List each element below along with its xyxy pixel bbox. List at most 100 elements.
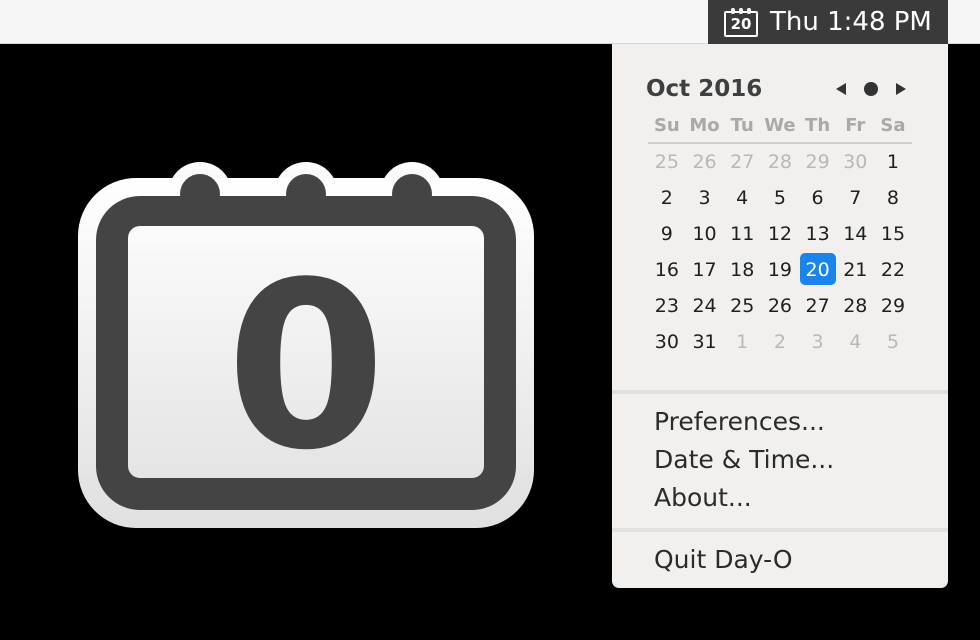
calendar-day[interactable]: 25 [723,288,761,324]
calendar-day-number: 12 [767,223,792,245]
calendar-day-number: 24 [692,295,717,317]
menu-separator [612,390,948,394]
calendar-day[interactable]: 30 [648,324,686,360]
calendar-day[interactable]: 28 [836,288,874,324]
weekday-label: We [764,115,796,136]
calendar-day-number: 17 [692,259,717,281]
calendar-day[interactable]: 5 [874,324,912,360]
calendar-day[interactable]: 4 [836,324,874,360]
day-o-app-icon: 0 [78,156,534,528]
calendar-day-number: 22 [880,259,906,281]
calendar-day-number: 9 [660,223,673,245]
calendar-day-number: 23 [654,295,679,317]
quit-menu-item[interactable]: Quit Day-O [654,542,934,578]
weekday-label: Mo [689,115,720,136]
menu-bar: 20 Thu 1:48 PM [0,0,980,44]
calendar-day[interactable]: 29 [874,288,912,324]
calendar-day-number: 2 [660,187,673,209]
calendar-day[interactable]: 26 [686,144,724,180]
calendar-day[interactable]: 13 [799,216,837,252]
calendar-day-number: 1 [886,151,900,173]
calendar-week-row: 9 10 11 12 13 14 15 [648,216,912,252]
calendar-nav [836,72,912,106]
calendar-day[interactable]: 2 [648,180,686,216]
calendar-week-row: 2 3 4 5 6 7 8 [648,180,912,216]
calendar-day[interactable]: 16 [648,252,686,288]
calendar-day[interactable]: 6 [799,180,837,216]
calendar-day[interactable]: 1 [874,144,912,180]
calendar-day[interactable]: 8 [874,180,912,216]
calendar-day-number: 3 [698,187,711,209]
calendar-popover: Oct 2016 Su Mo Tu We Th Fr Sa 25 26 27 28 29… [612,44,948,588]
calendar-day[interactable]: 17 [686,252,724,288]
date-time-menu-item[interactable]: Date & Time... [654,442,934,478]
weekday-label: Th [805,115,831,136]
calendar-day[interactable]: 19 [761,252,799,288]
calendar-day-number: 26 [692,151,717,173]
calendar-day[interactable]: 5 [761,180,799,216]
calendar-day-number: 7 [849,187,862,209]
calendar-day[interactable]: 25 [648,144,686,180]
calendar-day-number: 16 [654,259,679,281]
weekday-label: Su [653,115,680,136]
calendar-week-row: 25 26 27 28 29 30 1 [648,144,912,180]
triangle-left-icon[interactable] [836,83,846,95]
calendar-day[interactable]: 23 [648,288,686,324]
calendar-day-number: 27 [805,295,830,317]
calendar-day-number: 20 [805,259,830,281]
weekday-header: Su Mo Tu We Th Fr Sa [648,110,912,142]
calendar-day[interactable]: 15 [874,216,912,252]
triangle-right-icon[interactable] [896,83,906,95]
dot-icon[interactable] [864,82,878,96]
calendar-day[interactable]: 29 [799,144,837,180]
calendar-day-number: 4 [849,331,862,353]
day-o-menubar-item[interactable]: 20 Thu 1:48 PM [708,0,948,44]
calendar-day-number: 18 [730,259,755,281]
calendar-day[interactable]: 30 [836,144,874,180]
calendar-day-number: 19 [767,259,792,281]
menubar-clock: Thu 1:48 PM [770,7,932,37]
calendar-day-number: 14 [843,223,868,245]
about-menu-item[interactable]: About... [654,480,934,516]
calendar-day-number: 29 [880,295,906,317]
calendar-day[interactable]: 7 [836,180,874,216]
calendar-day-number: 5 [886,331,900,353]
weekday-label: Fr [845,115,866,136]
calendar-day[interactable]: 2 [761,324,799,360]
calendar-day[interactable]: 3 [686,180,724,216]
calendar-day-number: 30 [654,331,679,353]
preferences-menu-item[interactable]: Preferences... [654,404,934,440]
calendar-day[interactable]: 22 [874,252,912,288]
calendar-day[interactable]: 14 [836,216,874,252]
app-icon-glyph: 0 [226,234,386,501]
menu-separator [612,528,948,532]
calendar-day[interactable]: 4 [723,180,761,216]
days-grid: 25 26 27 28 29 30 1 2 3 4 5 6 7 8 9 10 11 12 13 14 15 16 17 18 1… [648,144,912,360]
calendar-day[interactable]: 10 [686,216,724,252]
calendar-day[interactable]: 1 [723,324,761,360]
calendar-day-number: 5 [773,187,786,209]
calendar-day-number: 31 [692,331,717,353]
calendar-day[interactable]: 26 [761,288,799,324]
month-title: Oct 2016 [646,76,763,102]
calendar-day-number: 28 [767,151,792,173]
calendar-day[interactable]: 28 [761,144,799,180]
calendar-day[interactable]: 27 [723,144,761,180]
calendar-day[interactable]: 3 [799,324,837,360]
calendar-day[interactable]: 12 [761,216,799,252]
calendar-day[interactable]: 11 [723,216,761,252]
calendar-day[interactable]: 24 [686,288,724,324]
calendar-week-row: 16 17 18 19 20 21 22 [648,252,912,288]
calendar-day[interactable]: 31 [686,324,724,360]
weekday-label: Sa [880,115,906,136]
calendar-day-number: 26 [767,295,792,317]
calendar-day[interactable]: 9 [648,216,686,252]
calendar-week-row: 30 31 1 2 3 4 5 [648,324,912,360]
calendar-day[interactable]: 18 [723,252,761,288]
calendar-day-number: 28 [843,295,868,317]
calendar-day[interactable]: 21 [836,252,874,288]
calendar-day-number: 25 [730,295,755,317]
calendar-day[interactable]: 27 [799,288,837,324]
calendar-day-number: 13 [805,223,830,245]
calendar-day-today[interactable]: 20 [799,252,837,288]
